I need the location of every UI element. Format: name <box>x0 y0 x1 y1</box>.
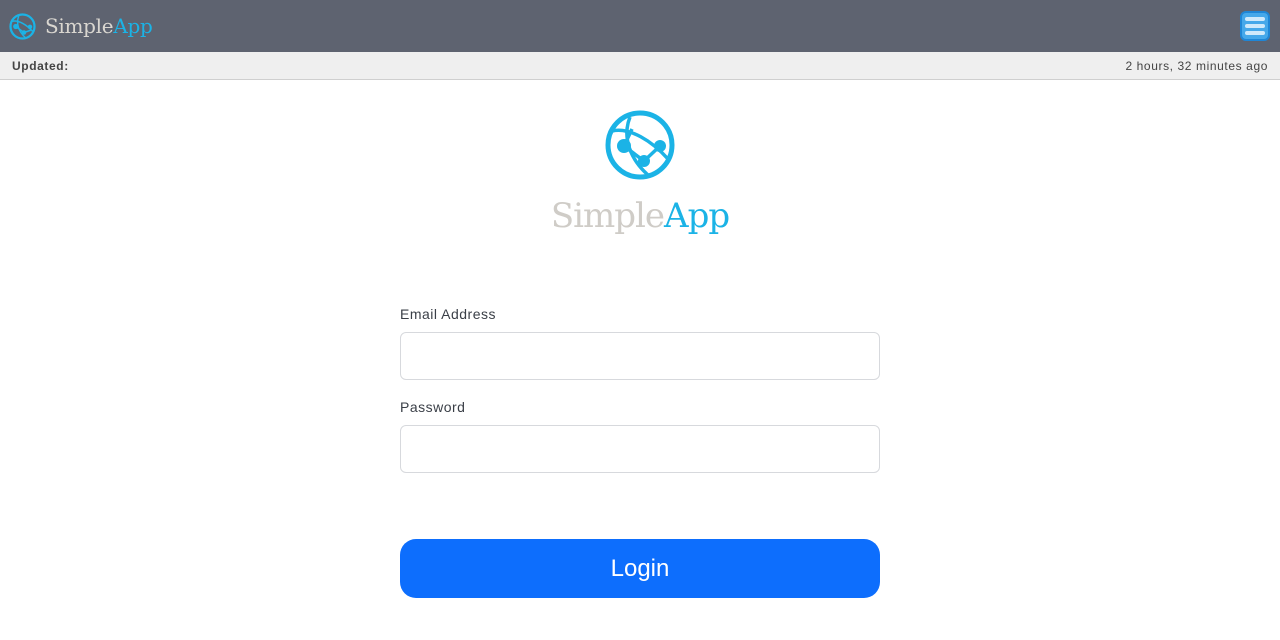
brand-name-app: App <box>113 14 153 38</box>
hamburger-menu-icon[interactable] <box>1240 11 1270 41</box>
brand-name-simple: Simple <box>45 14 114 38</box>
brand-name: SimpleApp <box>45 12 153 40</box>
updated-value: 2 hours, 32 minutes ago <box>1125 59 1268 73</box>
email-field[interactable] <box>400 332 880 380</box>
globe-network-icon <box>605 110 675 180</box>
password-field[interactable] <box>400 425 880 473</box>
updated-label: Updated: <box>12 59 69 73</box>
password-label: Password <box>400 399 466 415</box>
hero-name-app: App <box>664 196 730 236</box>
email-label: Email Address <box>400 306 496 322</box>
login-button[interactable]: Login <box>400 539 880 598</box>
top-navbar: SimpleApp <box>0 0 1280 52</box>
menu-bar <box>1245 31 1265 35</box>
menu-bar <box>1245 17 1265 21</box>
brand-link[interactable]: SimpleApp <box>9 12 153 40</box>
globe-network-icon <box>9 12 36 40</box>
menu-bar <box>1245 24 1265 28</box>
hero-brand-name: SimpleApp <box>0 191 1280 241</box>
status-bar: Updated: 2 hours, 32 minutes ago <box>0 52 1280 80</box>
hero-name-simple: Simple <box>550 196 665 236</box>
